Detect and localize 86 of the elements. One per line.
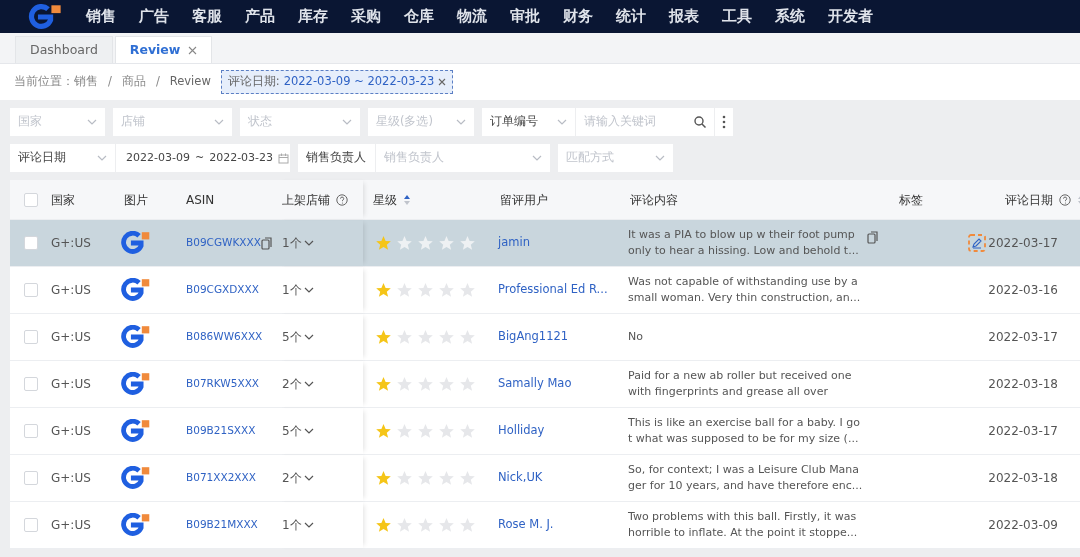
store-count[interactable]: 1个 <box>282 234 302 252</box>
table-row[interactable]: G+:US B09B21MXXX 1个 Rose M. J. Two problems with this ball. Firstly, it was horrible to inflate. At the point it stoppe... 2022-03-09 <box>10 502 1080 549</box>
nav-item[interactable]: 统计 <box>616 5 646 28</box>
breadcrumb-current: Review <box>169 73 211 91</box>
nav-item[interactable]: 广告 <box>139 5 169 28</box>
table-cell-text: 2022-03-17 <box>988 235 1058 252</box>
table-cell-text: 2022-03-16 <box>988 282 1058 299</box>
nav-item[interactable]: 系统 <box>775 5 805 28</box>
nav-item[interactable]: 产品 <box>245 5 275 28</box>
nav-item[interactable]: 客服 <box>192 5 222 28</box>
review-text: No <box>628 329 643 345</box>
tab[interactable]: Review <box>114 36 213 63</box>
column-header: 星级 <box>373 191 397 209</box>
field-label: 销售负责人 <box>298 144 375 172</box>
asin-link[interactable]: B09CGWKXXX <box>186 235 261 251</box>
asin-link[interactable]: B071XX2XXX <box>186 470 256 486</box>
column-header: 评论日期 <box>1005 191 1053 209</box>
table-cell-text: G+:US <box>51 470 91 487</box>
table-row[interactable]: G+:US B086WW6XXX 5个 BigAng1121 No 2022-03-17 <box>10 314 1080 361</box>
breadcrumb-separator: / <box>155 73 160 91</box>
column-header: 上架店铺 <box>282 191 330 209</box>
table-row[interactable]: G+:US B09CGWKXXX 1个 jamin It was a PIA to blow up w their foot pump only to hear a hissing. Low and behold t... 2022-03-17 <box>10 220 1080 267</box>
nav-item[interactable]: 销售 <box>86 5 116 28</box>
nav-item[interactable]: 报表 <box>669 5 699 28</box>
table-cell-text: G+:US <box>51 423 91 440</box>
column-header: 图片 <box>124 191 148 209</box>
select-field[interactable]: 订单编号 <box>482 108 575 136</box>
table-cell-text: G+:US <box>51 235 91 252</box>
review-text: Two problems with this ball. Firstly, it was horrible to inflate. At the point it stoppe... <box>628 509 858 541</box>
table-cell-text: G+:US <box>51 517 91 534</box>
store-count[interactable]: 1个 <box>282 516 302 534</box>
asin-link[interactable]: B09B21SXXX <box>186 423 256 439</box>
select-field[interactable]: 评论日期 <box>10 144 115 172</box>
breadcrumb-label: 当前位置： <box>14 73 74 91</box>
store-count[interactable]: 2个 <box>282 375 302 393</box>
column-header: ASIN <box>186 191 215 209</box>
column-header: 国家 <box>51 191 75 209</box>
table-row[interactable]: G+:US B071XX2XXX 2个 Nick,UK So, for context; I was a Leisure Club Mana ger for 10 years, and have therefore enc... 2022-03-18 <box>10 455 1080 502</box>
nav-item[interactable]: 物流 <box>457 5 487 28</box>
table-cell-text: G+:US <box>51 376 91 393</box>
breadcrumb-link[interactable]: 销售 <box>74 73 98 91</box>
reviewer-link[interactable]: Professional Ed R... <box>498 281 608 299</box>
breadcrumb-separator: / <box>108 73 112 91</box>
table-cell-text: G+:US <box>51 329 91 346</box>
reviewer-link[interactable]: Samally Mao <box>498 375 572 393</box>
column-header: 留评用户 <box>500 191 548 209</box>
nav-item[interactable]: 开发者 <box>828 5 873 28</box>
review-text: Paid for a new ab roller but received one with fingerprints and grease all over <box>628 368 852 400</box>
reviewer-link[interactable]: Nick,UK <box>498 469 543 487</box>
nav-item[interactable]: 仓库 <box>404 5 434 28</box>
table-cell-text: 2022-03-18 <box>988 376 1058 393</box>
table-cell-text: 2022-03-17 <box>988 329 1058 346</box>
table-cell-text: 2022-03-17 <box>988 423 1058 440</box>
store-count[interactable]: 5个 <box>282 422 302 440</box>
column-header: 评论内容 <box>630 191 678 209</box>
column-header: 标签 <box>898 191 923 209</box>
breadcrumb-link[interactable]: 商品 <box>121 73 146 91</box>
store-count[interactable]: 5个 <box>282 328 302 346</box>
table-row[interactable]: G+:US B09CGXDXXX 1个 Professional Ed R... Was not capable of withstanding use by a small woman. Very thin construction, an... 2022-03-16 <box>10 267 1080 314</box>
nav-item[interactable]: 工具 <box>722 5 752 28</box>
nav-item[interactable]: 采购 <box>351 5 381 28</box>
reviewer-link[interactable]: Rose M. J. <box>498 516 554 534</box>
asin-link[interactable]: B09B21MXXX <box>186 517 258 533</box>
table-cell-text: G+:US <box>51 282 91 299</box>
table-row[interactable]: G+:US B09B21SXXX 5个 Holliday This is like an exercise ball for a baby. I go t what was supposed to be for my size (... 2022-03-17 <box>10 408 1080 455</box>
filter-tag[interactable]: 评论日期: 2022-03-09 ~ 2022-03-23 <box>220 70 454 94</box>
review-text: It was a PIA to blow up w their foot pump only to hear a hissing. Low and behold t... <box>628 227 859 259</box>
review-text: This is like an exercise ball for a baby. I go t what was supposed to be for my size (... <box>628 415 860 447</box>
nav-item[interactable]: 库存 <box>298 5 328 28</box>
table-cell-text: 2022-03-09 <box>988 517 1058 534</box>
review-text: So, for context; I was a Leisure Club Mana ger for 10 years, and have therefore enc... <box>628 462 863 494</box>
asin-link[interactable]: B086WW6XXX <box>186 329 263 345</box>
nav-item[interactable]: 财务 <box>563 5 593 28</box>
table-cell-text: 2022-03-18 <box>988 470 1058 487</box>
tab[interactable]: Dashboard <box>15 36 113 63</box>
reviewer-link[interactable]: BigAng1121 <box>498 328 569 346</box>
table-row[interactable]: G+:US B07RKW5XXX 2个 Samally Mao Paid for a new ab roller but received one with fingerprints and grease all over 2022-03-18 <box>10 361 1080 408</box>
nav-item[interactable]: 审批 <box>510 5 540 28</box>
asin-link[interactable]: B09CGXDXXX <box>186 282 259 298</box>
review-text: Was not capable of withstanding use by a small woman. Very thin construction, an... <box>628 274 861 306</box>
asin-link[interactable]: B07RKW5XXX <box>186 376 259 392</box>
date-range-field[interactable]: 2022-03-09 ~ 2022-03-23 <box>116 144 290 172</box>
store-count[interactable]: 2个 <box>282 469 302 487</box>
reviewer-link[interactable]: jamin <box>498 234 530 252</box>
store-count[interactable]: 1个 <box>282 281 302 299</box>
reviewer-link[interactable]: Holliday <box>498 422 545 440</box>
